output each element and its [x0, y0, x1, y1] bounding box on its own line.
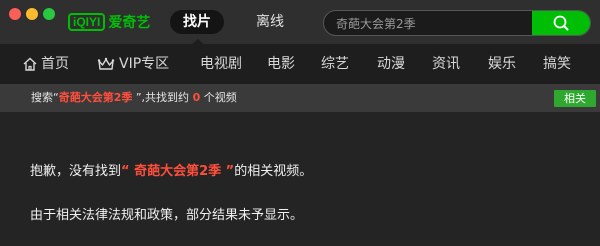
crown-icon: [97, 57, 115, 70]
nav-item-anime[interactable]: 动漫: [377, 55, 405, 73]
summary-middle: ”,共找到约: [132, 91, 193, 104]
message-query: “ 奇葩大会第2季 ”: [121, 164, 235, 179]
summary-prefix: 搜索“: [31, 91, 59, 104]
app-logo[interactable]: iQIYI 爱奇艺: [68, 12, 150, 32]
nav-item-label: 电视剧: [200, 56, 242, 72]
search-icon: [553, 15, 569, 31]
search-result-summary: 搜索“奇葩大会第2季 ”,共找到约 0 个视频: [31, 91, 237, 105]
nav-item-label: 娱乐: [488, 56, 516, 72]
title-bar: iQIYI 爱奇艺 找片 离线: [0, 0, 600, 44]
zoom-window-button[interactable]: [43, 8, 55, 20]
related-button[interactable]: 相关: [554, 90, 596, 107]
search-result-bar: 搜索“奇葩大会第2季 ”,共找到约 0 个视频: [0, 84, 600, 112]
nav-item-label: 首页: [41, 56, 69, 72]
nav-item-movies[interactable]: 电影: [267, 55, 295, 73]
nav-item-entertainment[interactable]: 娱乐: [488, 55, 516, 73]
home-icon: [23, 57, 37, 71]
nav-item-label: VIP专区: [119, 56, 170, 72]
nav-item-news[interactable]: 资讯: [432, 55, 460, 73]
tab-find-videos[interactable]: 找片: [170, 10, 224, 34]
nav-item-label: 电影: [267, 56, 295, 72]
minimize-window-button[interactable]: [26, 8, 38, 20]
search-button[interactable]: [532, 11, 590, 35]
summary-suffix: 个视频: [200, 91, 237, 104]
search-box: [323, 10, 591, 36]
nav-item-home[interactable]: 首页: [22, 55, 69, 73]
nav-item-tv-series[interactable]: 电视剧: [200, 55, 242, 73]
nav-item-variety[interactable]: 综艺: [321, 55, 349, 73]
nav-item-funny[interactable]: 搞笑: [543, 55, 571, 73]
nav-item-label: 资讯: [432, 56, 460, 72]
logo-mark: iQIYI: [68, 13, 106, 31]
no-results-message: 抱歉，没有找到“ 奇葩大会第2季 ”的相关视频。: [30, 164, 312, 180]
message-suffix: 的相关视频。: [234, 164, 313, 179]
category-nav: 首页 VIP专区 电视剧 电影 综艺 动漫 资讯 娱乐 搞笑: [0, 44, 600, 84]
summary-query: 奇葩大会第2季: [58, 91, 133, 104]
tab-offline[interactable]: 离线: [250, 10, 290, 34]
legal-notice: 由于相关法律法规和政策，部分结果未予显示。: [30, 208, 304, 223]
nav-item-label: 动漫: [377, 56, 405, 72]
nav-item-label: 综艺: [321, 56, 349, 72]
logo-text: 爱奇艺: [108, 15, 151, 31]
message-prefix: 抱歉，没有找到: [30, 164, 122, 179]
nav-item-vip[interactable]: VIP专区: [96, 55, 169, 73]
search-input[interactable]: [336, 14, 526, 32]
close-window-button[interactable]: [9, 8, 21, 20]
nav-item-label: 搞笑: [543, 56, 571, 72]
